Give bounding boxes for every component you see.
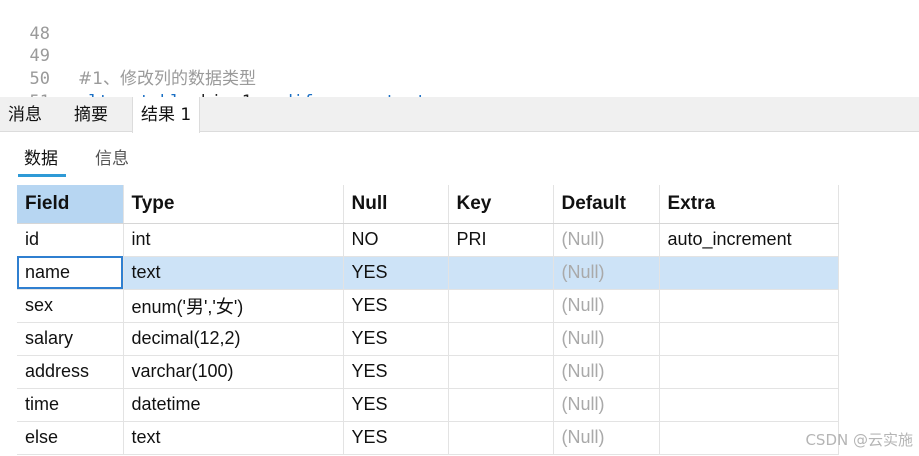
cell-key[interactable] [448,256,554,290]
cell-type[interactable]: enum('男','女') [123,289,344,323]
editor-line[interactable]: 50 alter table biao1 modify name text; [0,45,919,112]
cell-type[interactable]: datetime [123,388,344,422]
cell-field[interactable]: name [17,256,124,290]
editor-line[interactable]: 51 [0,68,919,112]
cell-default[interactable]: (Null) [553,223,660,257]
editor-line[interactable]: 48 [0,0,919,44]
cell-null[interactable]: YES [343,355,449,389]
subtab-data[interactable]: 数据 [24,147,58,171]
cell-extra[interactable] [659,388,839,422]
table-row[interactable]: salary decimal(12,2) YES (Null) [17,322,839,356]
cell-extra[interactable] [659,289,839,323]
cell-field[interactable]: address [17,355,124,389]
cell-type[interactable]: text [123,256,344,290]
active-subtab-indicator [18,174,66,177]
cell-default[interactable]: (Null) [553,421,660,455]
results-grid[interactable]: Field Type Null Key Default Extra id int N… [17,185,839,455]
cell-extra[interactable]: auto_increment [659,223,839,257]
cell-null[interactable]: NO [343,223,449,257]
table-row[interactable]: name text YES (Null) [17,256,839,290]
column-header-default[interactable]: Default [553,185,660,224]
cell-field[interactable]: sex [17,289,124,323]
cell-key[interactable] [448,421,554,455]
table-row[interactable]: else text YES (Null) [17,421,839,455]
cell-default[interactable]: (Null) [553,355,660,389]
table-row[interactable]: time datetime YES (Null) [17,388,839,422]
cell-null[interactable]: YES [343,289,449,323]
tab-result-1[interactable]: 结果 1 [132,97,201,133]
tab-summary[interactable]: 摘要 [66,97,116,132]
cell-extra[interactable] [659,322,839,356]
cell-type[interactable]: decimal(12,2) [123,322,344,356]
cell-extra[interactable] [659,256,839,290]
result-panel-tabs: 消息 摘要 结果 1 [0,97,919,133]
cell-null[interactable]: YES [343,388,449,422]
cell-default[interactable]: (Null) [553,256,660,290]
cell-type[interactable]: int [123,223,344,257]
column-header-field[interactable]: Field [17,185,124,224]
result-subtabs: 数据 信息 [0,133,919,185]
editor-line[interactable]: 49 #1、修改列的数据类型 [0,22,919,89]
grid-header-row: Field Type Null Key Default Extra [17,185,839,224]
cell-key[interactable]: PRI [448,223,554,257]
cell-type[interactable]: text [123,421,344,455]
cell-default[interactable]: (Null) [553,322,660,356]
cell-field[interactable]: id [17,223,124,257]
cell-key[interactable] [448,388,554,422]
cell-null[interactable]: YES [343,421,449,455]
table-row[interactable]: sex enum('男','女') YES (Null) [17,289,839,323]
watermark: CSDN @云实施 [805,431,913,449]
cell-key[interactable] [448,289,554,323]
column-header-key[interactable]: Key [448,185,554,224]
cell-default[interactable]: (Null) [553,289,660,323]
column-header-type[interactable]: Type [123,185,344,224]
cell-key[interactable] [448,355,554,389]
cell-field[interactable]: else [17,421,124,455]
table-row[interactable]: id int NO PRI (Null) auto_increment [17,223,839,257]
cell-null[interactable]: YES [343,256,449,290]
cell-default[interactable]: (Null) [553,388,660,422]
subtab-info[interactable]: 信息 [95,147,129,171]
cell-field[interactable]: time [17,388,124,422]
cell-extra[interactable] [659,355,839,389]
cell-null[interactable]: YES [343,322,449,356]
table-row[interactable]: address varchar(100) YES (Null) [17,355,839,389]
sql-editor[interactable]: 48 49 #1、修改列的数据类型 50 alter table biao1 m… [0,0,919,112]
column-header-extra[interactable]: Extra [659,185,839,224]
cell-type[interactable]: varchar(100) [123,355,344,389]
cell-field[interactable]: salary [17,322,124,356]
tab-messages[interactable]: 消息 [0,97,50,132]
cell-key[interactable] [448,322,554,356]
column-header-null[interactable]: Null [343,185,449,224]
